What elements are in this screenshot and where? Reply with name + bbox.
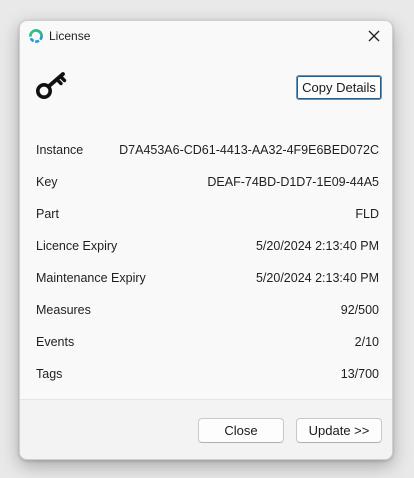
detail-row-events: Events 2/10: [36, 326, 379, 358]
close-icon[interactable]: [363, 25, 385, 47]
dialog-footer: Close Update >>: [20, 399, 392, 459]
window-title: License: [49, 29, 91, 43]
copy-details-button[interactable]: Copy Details: [296, 75, 382, 100]
detail-row-key: Key DEAF-74BD-D1D7-1E09-44A5: [36, 166, 379, 198]
details-list: Instance D7A453A6-CD61-4413-AA32-4F9E6BE…: [36, 134, 379, 390]
detail-value: 5/20/2024 2:13:40 PM: [255, 271, 379, 285]
detail-row-measures: Measures 92/500: [36, 294, 379, 326]
detail-row-maintenance-expiry: Maintenance Expiry 5/20/2024 2:13:40 PM: [36, 262, 379, 294]
title-bar[interactable]: License: [20, 21, 392, 53]
detail-value: D7A453A6-CD61-4413-AA32-4F9E6BED072C: [119, 143, 379, 157]
detail-label: Part: [36, 207, 59, 221]
detail-value: FLD: [355, 207, 379, 221]
detail-label: Instance: [36, 143, 84, 157]
detail-value: DEAF-74BD-D1D7-1E09-44A5: [207, 175, 379, 189]
detail-row-instance: Instance D7A453A6-CD61-4413-AA32-4F9E6BE…: [36, 134, 379, 166]
detail-label: Events: [36, 335, 75, 349]
key-icon: [35, 71, 69, 101]
detail-label: Measures: [36, 303, 91, 317]
detail-row-licence-expiry: Licence Expiry 5/20/2024 2:13:40 PM: [36, 230, 379, 262]
detail-label: Maintenance Expiry: [36, 271, 146, 285]
app-ring-icon: [28, 28, 44, 44]
detail-row-tags: Tags 13/700: [36, 358, 379, 390]
license-dialog: License Copy Details Instance D7A453A6-C…: [19, 20, 393, 460]
detail-value: 5/20/2024 2:13:40 PM: [255, 239, 379, 253]
detail-label: Licence Expiry: [36, 239, 118, 253]
detail-value: 13/700: [340, 367, 379, 381]
detail-value: 2/10: [354, 335, 379, 349]
detail-value: 92/500: [340, 303, 379, 317]
detail-label: Tags: [36, 367, 63, 381]
close-button[interactable]: Close: [198, 418, 284, 443]
update-button[interactable]: Update >>: [296, 418, 382, 443]
detail-row-part: Part FLD: [36, 198, 379, 230]
detail-label: Key: [36, 175, 58, 189]
